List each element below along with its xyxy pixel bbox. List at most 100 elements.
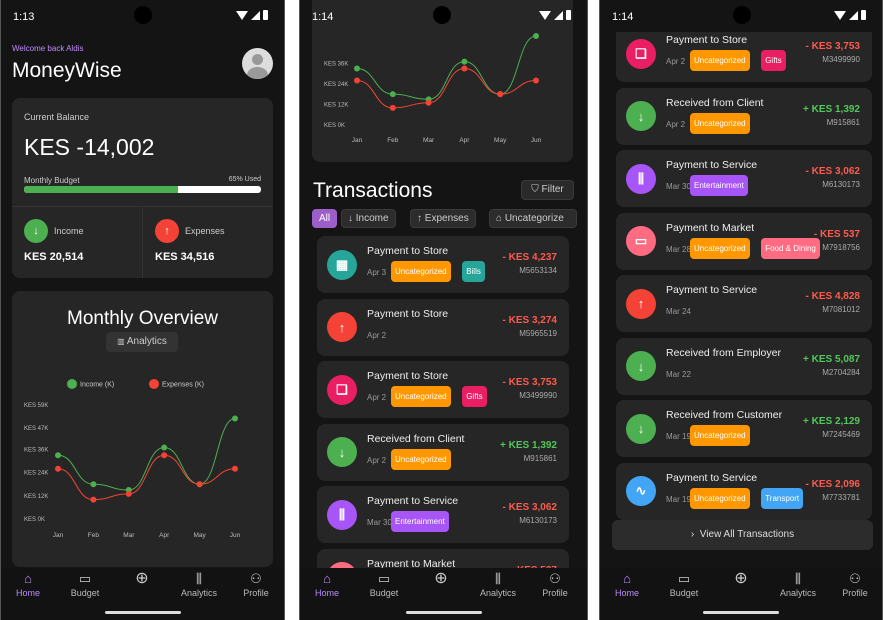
category-tag[interactable]: Uncategorized [690,237,750,259]
nav-profile[interactable]: ⚇ Profile [530,572,580,599]
transaction-card[interactable]: ↓ Received from Client Apr 2 Uncategorized +… [616,87,872,145]
x-tick-label: Jun [230,532,241,539]
transaction-card[interactable]: ⫼ Payment to Service Mar 30 Entertainment - … [317,486,569,543]
data-point [389,91,396,98]
x-tick-label: May [193,532,206,539]
budget-progress [24,186,261,193]
filter-icon: ⛉ [531,184,539,195]
nav-budget[interactable]: ▭ Budget [659,572,709,599]
transaction-card[interactable]: ❑ Payment to Store Apr 2 Uncategorized Gifts… [616,25,872,82]
bottom-nav: ⌂ Home ▭ Budget ⊕ ⫼ Analytics ⚇ Profile [600,568,882,620]
category-tag[interactable]: Uncategorized [690,50,750,71]
transaction-card[interactable]: ▭ Payment to Market Mar 28Uncategorized Foo… [616,212,872,270]
category-tag[interactable]: Uncategorized [391,386,451,407]
data-point [161,452,168,459]
monthly-overview-chart: KES 0K KES 12K KES 24K KES 36K KES 47K KES 59… [24,379,241,539]
data-point [497,91,504,98]
view-all-button[interactable]: › View All Transactions [612,520,873,550]
category-tag[interactable]: Uncategorized [690,487,750,509]
data-point [232,415,238,422]
analytics-button[interactable]: ▥ Analytics [106,332,178,352]
category-tag[interactable]: Gifts [761,50,786,71]
transaction-title: Payment to Store [367,307,449,320]
signal-icon [554,10,563,20]
data-point [533,32,539,39]
signal-icon [849,10,858,20]
nav-add[interactable]: ⊕ [716,571,766,588]
category-tag[interactable]: Entertainment [391,511,449,532]
legend-marker [149,379,159,389]
category-tag[interactable]: Entertainment [690,175,748,196]
category-tag[interactable]: Bills [462,261,485,282]
gesture-bar [104,611,181,614]
arrow-down-icon: ↓ [626,351,656,381]
nav-add[interactable]: ⊕ [117,571,167,588]
chip-expenses[interactable]: ↑ Expenses [410,209,476,228]
series-line-0 [57,418,236,491]
pulse-icon: ∿ [626,476,656,506]
category-tag[interactable]: Uncategorized [391,261,451,282]
data-point [461,65,468,72]
nav-home[interactable]: ⌂ Home [302,572,352,599]
transaction-card[interactable]: ↓ Received from Client Apr 2 Uncategorized +… [317,423,569,481]
category-tag[interactable]: Food & Dining [761,237,820,259]
income-arrow-down-icon: ↓ [24,219,48,243]
transaction-date: Apr 3 [367,268,387,277]
category-tag[interactable]: Gifts [462,386,487,407]
transaction-card[interactable]: ↑ Payment to Service Mar 24 - KES 4,828 M708… [616,275,872,332]
nav-home[interactable]: ⌂ Home [3,572,53,599]
nav-label: Analytics [180,588,217,598]
nav-analytics[interactable]: ⫼ Analytics [174,572,224,599]
chip-uncategorized[interactable]: ⌂ Uncategorize [489,209,577,228]
category-tag[interactable]: Uncategorized [690,112,750,134]
wallet-icon: ▭ [377,571,391,586]
nav-budget[interactable]: ▭ Budget [60,572,110,599]
transaction-card[interactable]: ↓ Received from Employer Mar 22 + KES 5,087… [616,337,872,395]
transaction-card[interactable]: ∿ Payment to Service Mar 19 Uncategorized Tr… [616,462,872,520]
data-point [389,104,396,111]
nav-add[interactable]: ⊕ [416,571,466,588]
transaction-amount: - KES 3,274 [502,314,557,326]
y-tick-label: KES 24K [24,471,48,477]
transaction-card[interactable]: ❑ Payment to Store Apr 2 Uncategorized Gifts… [317,361,569,418]
transaction-amount: - KES 4,828 [805,291,860,302]
gesture-bar [703,611,779,614]
category-tag[interactable]: Uncategorized [391,448,451,470]
nav-analytics[interactable]: ⫼ Analytics [473,572,523,599]
nav-profile[interactable]: ⚇ Profile [231,571,281,599]
transaction-amount: + KES 1,392 [500,439,557,451]
nav-home[interactable]: ⌂ Home [602,572,652,599]
category-tag[interactable]: Uncategorized [690,425,750,446]
data-point [196,481,203,488]
status-bar: 1:14 [300,0,587,32]
nav-profile[interactable]: ⚇ Profile [830,572,880,599]
chip-income[interactable]: ↓ Income [341,209,396,228]
transaction-date: Mar 19 [666,494,691,504]
transaction-card[interactable]: ↓ Received from Customer Mar 19 Uncategoriz… [616,400,872,457]
status-time: 1:14 [612,11,634,23]
x-tick-label: Apr [159,532,170,539]
nav-analytics[interactable]: ⫼ Analytics [773,572,823,599]
transaction-ref: M3499990 [519,391,557,400]
bottom-nav: ⌂ Home ▭ Budget ⊕ ⫼ Analytics ⚇ Profile [300,568,587,620]
legend-label: Income (K) [80,382,114,389]
status-time: 1:13 [13,11,35,23]
transaction-title: Payment to Service [367,495,459,507]
profile-icon: ⚇ [250,571,262,586]
transaction-ref: M7733781 [822,492,860,502]
arrow-down-icon: ↓ [626,101,656,131]
x-tick-label: May [494,137,507,144]
balance-card: Current Balance KES -14,002 Monthly Budg… [12,98,273,278]
transaction-card[interactable]: ↑ Payment to Store Apr 2 - KES 3,274 M596551… [317,298,569,356]
chip-all[interactable]: All [312,209,338,228]
filter-button[interactable]: ⛉ Filter [521,180,574,200]
y-tick-label: KES 0K [324,123,345,129]
transaction-card[interactable]: ⫼ Payment to Service Mar 30 Entertainment - … [616,150,872,207]
app-title: MoneyWise [12,59,122,82]
bar-chart-icon: ⫼ [626,163,656,194]
bookmark-icon: ❑ [626,38,656,69]
avatar[interactable] [242,48,273,79]
nav-budget[interactable]: ▭ Budget [359,571,409,599]
transaction-card[interactable]: ▦ Payment to Store Apr 3 Uncategorized Bills… [317,236,569,293]
category-tag[interactable]: Transport [761,487,804,509]
